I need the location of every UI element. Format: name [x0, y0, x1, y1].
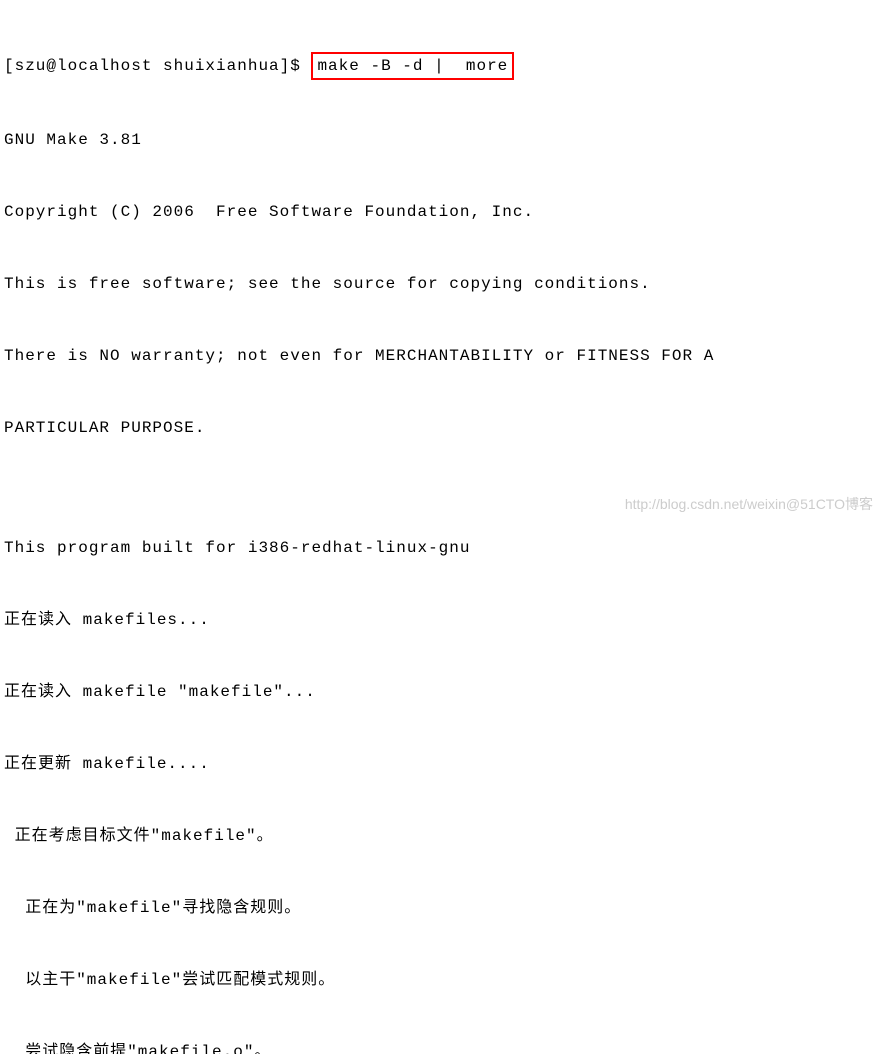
- output-line-7: 正在读入 makefiles...: [4, 608, 879, 632]
- prompt-line: [szu@localhost shuixianhua]$ make -B -d …: [4, 52, 879, 80]
- output-line-12: 以主干"makefile"尝试匹配模式规则。: [4, 968, 879, 992]
- output-line-13: 尝试隐含前提"makefile.o"。: [4, 1040, 879, 1054]
- output-line-4: PARTICULAR PURPOSE.: [4, 416, 879, 440]
- watermark-text: http://blog.csdn.net/weixin@51CTO博客: [625, 494, 873, 515]
- output-line-1: Copyright (C) 2006 Free Software Foundat…: [4, 200, 879, 224]
- command-highlight: make -B -d | more: [311, 52, 514, 80]
- output-line-8: 正在读入 makefile "makefile"...: [4, 680, 879, 704]
- output-line-3: There is NO warranty; not even for MERCH…: [4, 344, 879, 368]
- output-line-6: This program built for i386-redhat-linux…: [4, 536, 879, 560]
- terminal-output: [szu@localhost shuixianhua]$ make -B -d …: [4, 4, 879, 1054]
- shell-prompt: [szu@localhost shuixianhua]$: [4, 54, 311, 78]
- output-line-10: 正在考虑目标文件"makefile"。: [4, 824, 879, 848]
- output-line-9: 正在更新 makefile....: [4, 752, 879, 776]
- output-line-2: This is free software; see the source fo…: [4, 272, 879, 296]
- output-line-11: 正在为"makefile"寻找隐含规则。: [4, 896, 879, 920]
- output-line-0: GNU Make 3.81: [4, 128, 879, 152]
